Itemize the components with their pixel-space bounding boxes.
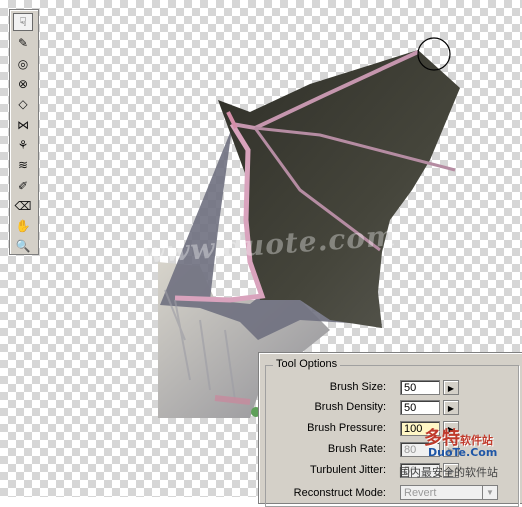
freeze-mask-tool-icon[interactable]: ✐ — [13, 177, 33, 195]
turbulent-jitter-label: Turbulent Jitter: — [309, 464, 386, 476]
forward-warp-tool-icon[interactable]: ☟ — [13, 13, 33, 31]
hand-tool-icon[interactable]: ✋ — [13, 217, 33, 235]
reconstruct-tool-icon[interactable]: ✎ — [13, 34, 33, 52]
brush-density-arrow-button[interactable]: ▶ — [443, 400, 459, 415]
brush-size-arrow-button[interactable]: ▶ — [443, 380, 459, 395]
brush-density-label: Brush Density: — [314, 401, 386, 413]
reconstruct-mode-value: Revert — [404, 487, 437, 499]
brush-pressure-label: Brush Pressure: — [307, 422, 386, 434]
brush-size-input[interactable]: 50 — [400, 380, 440, 395]
bloat-tool-icon[interactable]: ◇ — [13, 95, 33, 113]
mirror-tool-icon[interactable]: ⚘ — [13, 136, 33, 154]
pucker-tool-icon[interactable]: ⊗ — [13, 75, 33, 93]
tool-options-title: Tool Options — [273, 358, 341, 370]
liquify-toolbar: ☟ ✎ ◎ ⊗ ◇ ⋈ ⚘ ≋ ✐ ⌫ ✋ 🔍 — [9, 9, 39, 255]
thaw-mask-tool-icon[interactable]: ⌫ — [13, 197, 33, 215]
zoom-tool-icon[interactable]: 🔍 — [13, 237, 33, 255]
logo-tagline: 国内最安全的软件站 — [399, 466, 498, 479]
brush-density-input[interactable]: 50 — [400, 400, 440, 415]
reconstruct-mode-label: Reconstruct Mode: — [293, 487, 386, 499]
brush-rate-label: Brush Rate: — [327, 443, 386, 455]
brush-size-label: Brush Size: — [329, 381, 386, 393]
logo-domain: DuoTe.Com — [428, 446, 498, 459]
push-left-tool-icon[interactable]: ⋈ — [13, 116, 33, 134]
turbulence-tool-icon[interactable]: ≋ — [13, 156, 33, 174]
chevron-down-icon: ▼ — [482, 486, 497, 499]
reconstruct-mode-select[interactable]: Revert ▼ — [400, 485, 498, 500]
twirl-clockwise-tool-icon[interactable]: ◎ — [13, 55, 33, 73]
